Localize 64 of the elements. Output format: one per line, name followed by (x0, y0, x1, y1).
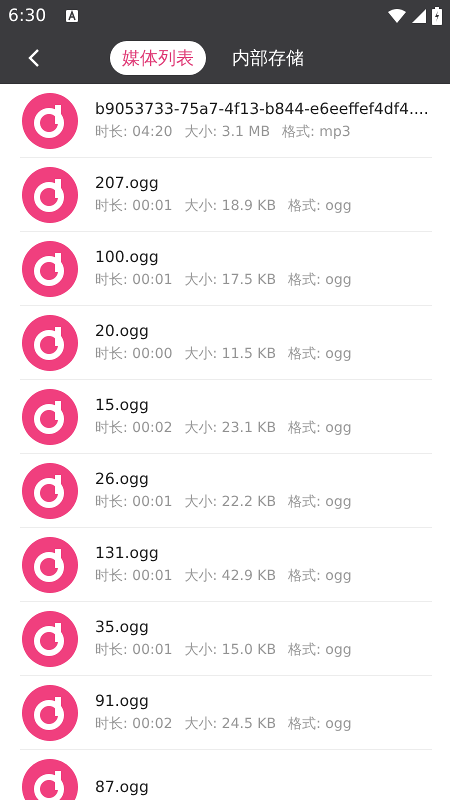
status-time: 6:30 (8, 6, 46, 26)
file-name: 100.ogg (95, 248, 160, 266)
duration-text: 时长: 00:01 (95, 271, 173, 289)
file-row[interactable]: 131.ogg 时长: 00:01 大小: 42.9 KB 格式: ogg (20, 528, 432, 602)
tab[interactable]: 内部存储 (220, 41, 316, 75)
duration-text: 时长: 00:01 (95, 493, 173, 511)
size-text: 大小: 42.9 KB (184, 567, 276, 585)
duration-text: 时长: 04:20 (95, 123, 173, 141)
file-row[interactable]: 20.ogg 时长: 00:00 大小: 11.5 KB 格式: ogg (20, 306, 432, 380)
wifi-icon (388, 9, 406, 23)
file-row[interactable]: 207.ogg 时长: 00:01 大小: 18.9 KB 格式: ogg (20, 158, 432, 232)
file-row[interactable]: 91.ogg 时长: 00:02 大小: 24.5 KB 格式: ogg (20, 676, 432, 750)
file-name: 87.ogg (95, 778, 149, 796)
file-row[interactable]: 15.ogg 时长: 00:02 大小: 23.1 KB 格式: ogg (20, 380, 432, 454)
file-row[interactable]: 26.ogg 时长: 00:01 大小: 22.2 KB 格式: ogg (20, 454, 432, 528)
size-text: 大小: 23.1 KB (184, 419, 276, 437)
format-text: 格式: ogg (288, 641, 352, 659)
music-note-icon (22, 610, 78, 666)
size-text: 大小: 24.5 KB (184, 715, 276, 733)
size-text: 大小: 11.5 KB (184, 345, 276, 363)
size-text: 大小: 22.2 KB (184, 493, 276, 511)
file-name: 131.ogg (95, 544, 160, 562)
music-note-icon (22, 388, 78, 444)
format-text: 格式: ogg (288, 197, 352, 215)
file-name: 20.ogg (95, 322, 150, 340)
back-icon[interactable] (28, 48, 40, 68)
size-text: 大小: 3.1 MB (184, 123, 270, 141)
file-name: b9053733-75a7-4f13-b844-e6eeffef4df4.... (95, 100, 429, 118)
format-text: 格式: ogg (288, 271, 352, 289)
size-text: 大小: 17.5 KB (184, 271, 276, 289)
format-text: 格式: mp3 (282, 123, 351, 141)
file-name: 26.ogg (95, 470, 150, 488)
battery-icon (432, 7, 442, 25)
duration-text: 时长: 00:01 (95, 567, 173, 585)
file-row[interactable]: 100.ogg 时长: 00:01 大小: 17.5 KB 格式: ogg (20, 232, 432, 306)
music-note-icon (22, 684, 78, 740)
file-name: 15.ogg (95, 396, 150, 414)
duration-text: 时长: 00:01 (95, 641, 173, 659)
file-row[interactable]: 87.ogg (20, 750, 432, 800)
signal-icon (412, 9, 426, 23)
format-text: 格式: ogg (288, 345, 352, 363)
format-text: 格式: ogg (288, 567, 352, 585)
file-row[interactable]: 35.ogg 时长: 00:01 大小: 15.0 KB 格式: ogg (20, 602, 432, 676)
file-row[interactable]: b9053733-75a7-4f13-b844-e6eeffef4df4.... 时长: 04:20 大小: 3.1 MB 格式: mp3 (20, 84, 432, 158)
file-name: 35.ogg (95, 618, 150, 636)
format-text: 格式: ogg (288, 419, 352, 437)
music-note-icon (22, 314, 78, 370)
file-name: 207.ogg (95, 174, 160, 192)
music-note-icon (22, 240, 78, 296)
duration-text: 时长: 00:01 (95, 197, 173, 215)
duration-text: 时长: 00:02 (95, 715, 173, 733)
tab[interactable]: 媒体列表 (110, 41, 206, 75)
duration-text: 时长: 00:02 (95, 419, 173, 437)
size-text: 大小: 15.0 KB (184, 641, 276, 659)
file-name: 91.ogg (95, 692, 150, 710)
keyboard-indicator-icon (66, 10, 78, 22)
format-text: 格式: ogg (288, 715, 352, 733)
format-text: 格式: ogg (288, 493, 352, 511)
duration-text: 时长: 00:00 (95, 345, 173, 363)
music-note-icon (22, 92, 78, 148)
music-note-icon (22, 462, 78, 518)
music-note-icon (22, 536, 78, 592)
size-text: 大小: 18.9 KB (184, 197, 276, 215)
music-note-icon (22, 166, 78, 222)
